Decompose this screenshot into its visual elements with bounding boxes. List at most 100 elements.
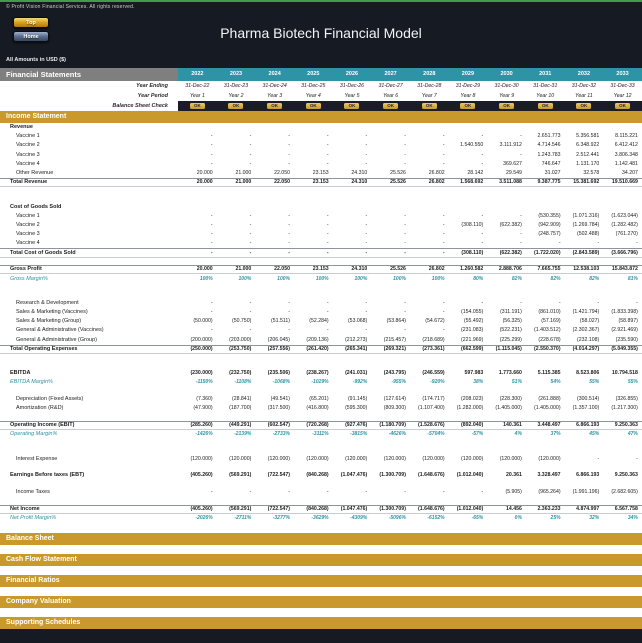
value-cell[interactable]: 20.000 xyxy=(178,266,217,273)
value-cell[interactable]: -2139% xyxy=(217,430,256,439)
value-cell[interactable]: (569.291) xyxy=(217,506,256,513)
value-cell[interactable]: -3111% xyxy=(294,430,333,439)
value-cell[interactable]: (1.722.020) xyxy=(526,249,565,256)
value-cell[interactable]: 37% xyxy=(526,430,565,439)
value-cell[interactable]: (326.855) xyxy=(603,395,642,404)
value-cell[interactable]: 3.806.348 xyxy=(603,151,642,160)
value-cell[interactable]: (522.231) xyxy=(487,326,526,335)
value-cell[interactable]: -3629% xyxy=(294,514,333,523)
value-cell[interactable]: (1.648.676) xyxy=(410,471,449,480)
section-banner-company-valuation[interactable]: Company Valuation xyxy=(0,596,642,609)
value-cell[interactable]: (200.000) xyxy=(178,336,217,345)
value-cell[interactable]: (449.291) xyxy=(217,422,256,429)
value-cell[interactable]: - xyxy=(217,230,256,239)
value-cell[interactable]: - xyxy=(565,299,604,308)
row-label-cell[interactable]: Amortization (R&D) xyxy=(0,404,178,413)
value-cell[interactable]: - xyxy=(178,160,217,169)
value-cell[interactable]: (221.969) xyxy=(449,336,488,345)
value-cell[interactable]: 22.050 xyxy=(255,266,294,273)
value-cell[interactable]: 12.538.103 xyxy=(565,266,604,273)
value-cell[interactable]: -920% xyxy=(410,378,449,387)
value-cell[interactable]: -2711% xyxy=(217,514,256,523)
value-cell[interactable]: - xyxy=(178,212,217,221)
value-cell[interactable]: 1.540.550 xyxy=(449,141,488,150)
value-cell[interactable]: (502.488) xyxy=(565,230,604,239)
value-cell[interactable]: - xyxy=(333,488,372,497)
row-label-cell[interactable]: EBITDA Margin% xyxy=(0,378,178,387)
value-cell[interactable]: 7.665.755 xyxy=(526,266,565,273)
value-cell[interactable]: (230.000) xyxy=(178,369,217,378)
value-cell[interactable]: - xyxy=(487,230,526,239)
value-cell[interactable]: 4% xyxy=(487,430,526,439)
value-cell[interactable]: (761.270) xyxy=(603,230,642,239)
value-cell[interactable]: (1.012.040) xyxy=(449,506,488,513)
value-cell[interactable]: - xyxy=(333,249,372,256)
value-cell[interactable]: - xyxy=(255,212,294,221)
value-cell[interactable]: 100% xyxy=(178,275,217,284)
value-cell[interactable]: - xyxy=(371,239,410,248)
row-label-cell[interactable]: Vaccine 4 xyxy=(0,160,178,169)
value-cell[interactable]: - xyxy=(217,299,256,308)
value-cell[interactable]: 6.567.758 xyxy=(603,506,642,513)
value-cell[interactable]: 2.651.773 xyxy=(526,132,565,141)
value-cell[interactable]: 25.526 xyxy=(371,169,410,178)
value-cell[interactable]: (120.000) xyxy=(255,455,294,464)
value-cell[interactable]: - xyxy=(255,249,294,256)
value-cell[interactable]: - xyxy=(255,299,294,308)
value-cell[interactable]: - xyxy=(371,299,410,308)
value-cell[interactable]: (215.457) xyxy=(371,336,410,345)
row-label-cell[interactable]: Depreciation (Fixed Assets) xyxy=(0,395,178,404)
value-cell[interactable]: (5.049.355) xyxy=(603,346,642,353)
value-cell[interactable]: 55% xyxy=(565,378,604,387)
row-label-cell[interactable]: Total Revenue xyxy=(0,179,178,186)
value-cell[interactable]: (120.000) xyxy=(333,455,372,464)
value-cell[interactable]: - xyxy=(526,239,565,248)
value-cell[interactable]: (1.648.676) xyxy=(410,506,449,513)
value-cell[interactable]: - xyxy=(526,299,565,308)
section-banner-balance-sheet[interactable]: Balance Sheet xyxy=(0,533,642,546)
value-cell[interactable]: (203.000) xyxy=(217,336,256,345)
section-banner-supporting-schedules[interactable]: Supporting Schedules xyxy=(0,617,642,630)
value-cell[interactable]: - xyxy=(255,160,294,169)
value-cell[interactable]: (602.547) xyxy=(255,422,294,429)
value-cell[interactable]: (232.108) xyxy=(565,336,604,345)
value-cell[interactable]: (927.476) xyxy=(333,422,372,429)
value-cell[interactable]: (1.528.676) xyxy=(410,422,449,429)
value-cell[interactable]: (662.599) xyxy=(449,346,488,353)
value-cell[interactable]: (248.757) xyxy=(526,230,565,239)
section-banner-cash-flow-statement[interactable]: Cash Flow Statement xyxy=(0,554,642,567)
value-cell[interactable]: - xyxy=(333,132,372,141)
value-cell[interactable]: - xyxy=(410,249,449,256)
value-cell[interactable]: 0% xyxy=(487,514,526,523)
value-cell[interactable]: (285.260) xyxy=(178,422,217,429)
value-cell[interactable]: (892.040) xyxy=(449,422,488,429)
value-cell[interactable]: (265.341) xyxy=(333,346,372,353)
value-cell[interactable]: - xyxy=(333,221,372,230)
row-label-cell[interactable]: Operating Margin% xyxy=(0,430,178,439)
value-cell[interactable]: 22.050 xyxy=(255,169,294,178)
value-cell[interactable]: - xyxy=(449,151,488,160)
value-cell[interactable]: (1.047.476) xyxy=(333,506,372,513)
value-cell[interactable]: - xyxy=(410,221,449,230)
value-cell[interactable]: (3.666.796) xyxy=(603,249,642,256)
value-cell[interactable]: - xyxy=(603,299,642,308)
value-cell[interactable]: 23.153 xyxy=(294,179,333,186)
value-cell[interactable]: 8.115.221 xyxy=(603,132,642,141)
value-cell[interactable]: (51.511) xyxy=(255,317,294,326)
value-cell[interactable]: (120.000) xyxy=(526,455,565,464)
value-cell[interactable]: - xyxy=(333,308,372,317)
value-cell[interactable]: (5.905) xyxy=(487,488,526,497)
value-cell[interactable]: 47% xyxy=(603,430,642,439)
value-cell[interactable]: 2.512.441 xyxy=(565,151,604,160)
value-cell[interactable]: 19.510.669 xyxy=(603,179,642,186)
value-cell[interactable]: (231.083) xyxy=(449,326,488,335)
value-cell[interactable]: 25.526 xyxy=(371,266,410,273)
value-cell[interactable]: - xyxy=(371,326,410,335)
value-cell[interactable]: (2.550.370) xyxy=(526,346,565,353)
value-cell[interactable]: 22.050 xyxy=(255,179,294,186)
value-cell[interactable]: - xyxy=(178,308,217,317)
value-cell[interactable]: (809.300) xyxy=(371,404,410,413)
value-cell[interactable]: 15.843.872 xyxy=(603,266,642,273)
value-cell[interactable]: - xyxy=(410,230,449,239)
value-cell[interactable]: (54.672) xyxy=(410,317,449,326)
